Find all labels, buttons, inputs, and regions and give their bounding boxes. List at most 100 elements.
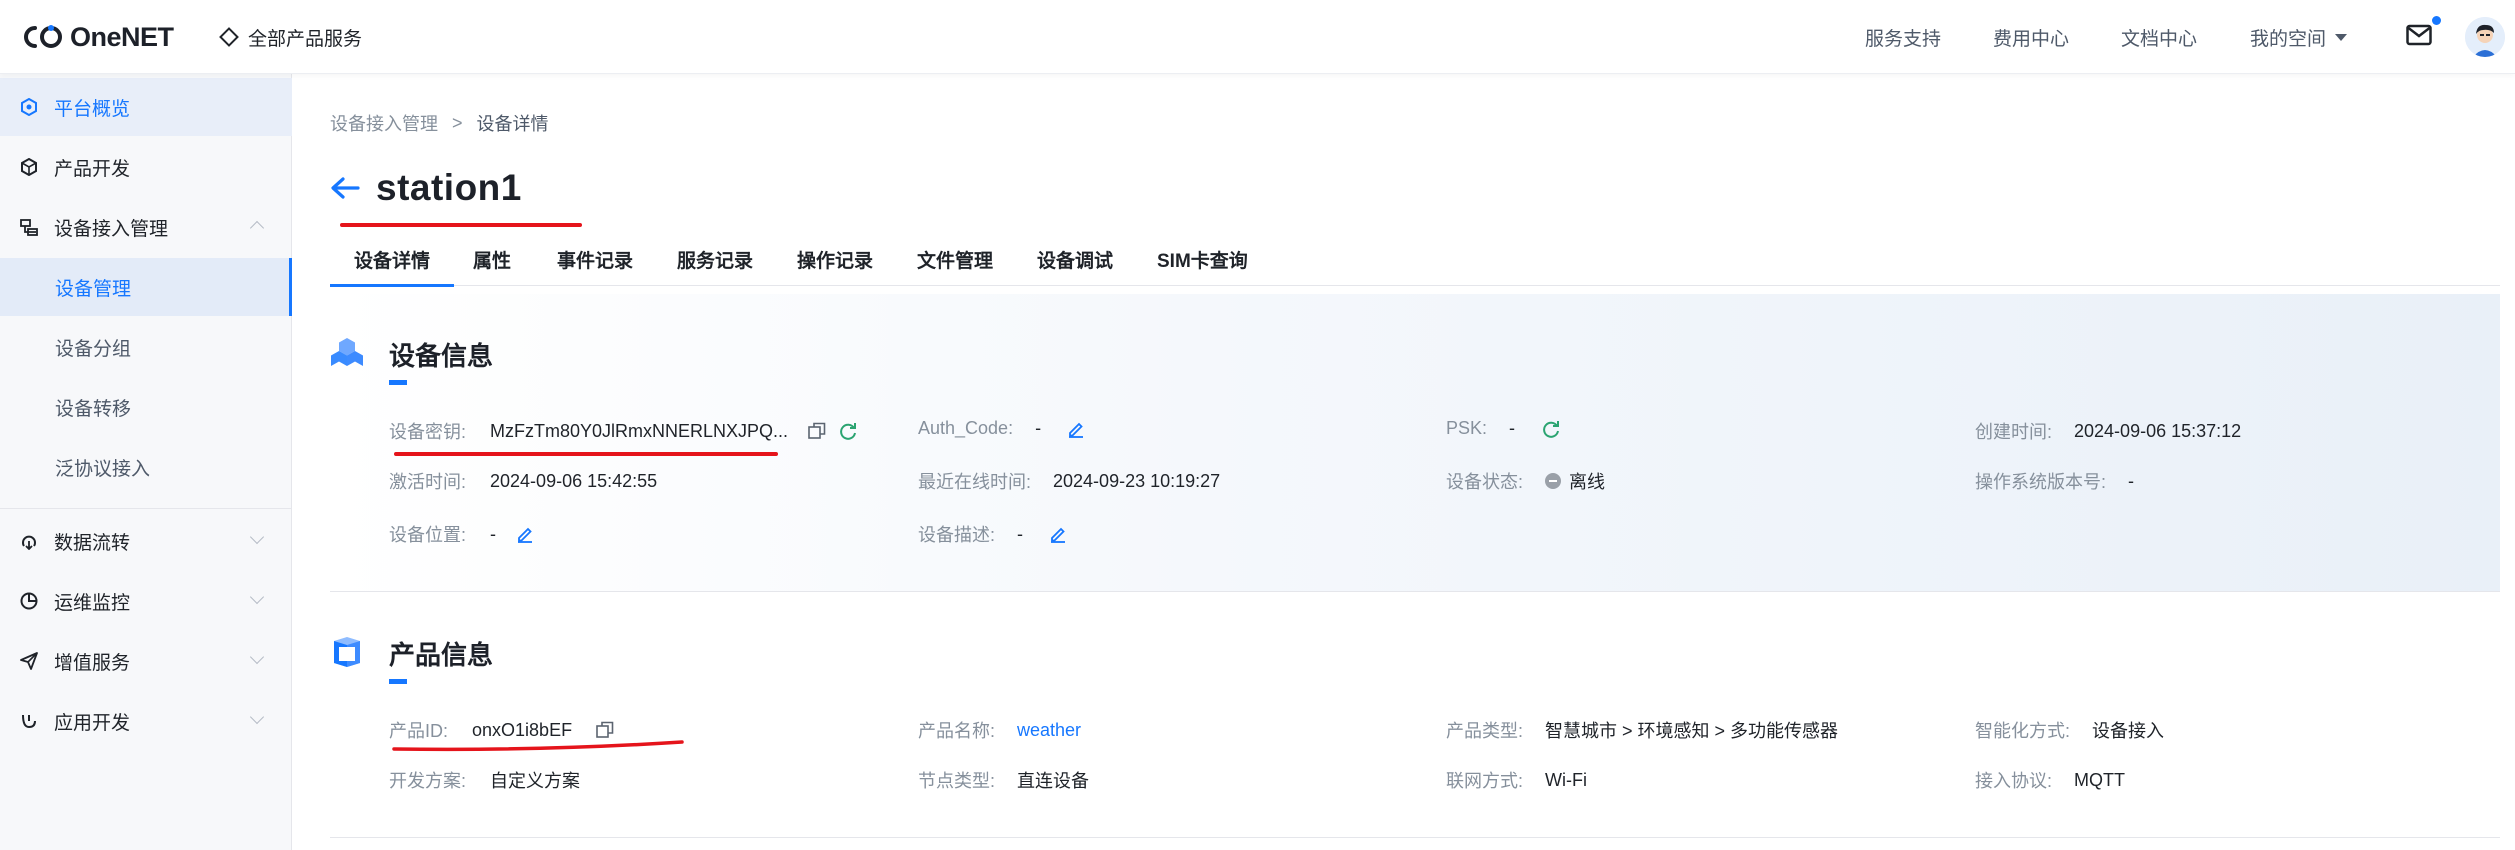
- field-os-version: 操作系统版本号: -: [1975, 468, 2134, 494]
- tab-operation-records[interactable]: 操作记录: [797, 244, 873, 286]
- edit-icon[interactable]: [516, 525, 534, 543]
- sidebar-item-app-dev[interactable]: 应用开发: [0, 692, 292, 750]
- field-label: 设备位置:: [389, 525, 467, 545]
- logo-text: OneNET: [70, 21, 174, 52]
- sidebar-item-device-group[interactable]: 设备分组: [0, 318, 292, 376]
- page-title: station1: [376, 167, 522, 208]
- pie-chart-icon: [19, 591, 39, 611]
- product-type-value: 智慧城市 > 环境感知 > 多功能传感器: [1545, 721, 1839, 741]
- field-label: 产品名称:: [918, 721, 996, 741]
- chevron-down-icon: [249, 589, 265, 605]
- chevron-down-icon: [249, 529, 265, 545]
- annotation-underline-device-key: [394, 452, 778, 456]
- device-info-panel: 设备信息 设备密钥: MzFzTm80Y0JlRmxNNERLNXJPQ... …: [330, 294, 2500, 592]
- field-label: 设备描述:: [918, 525, 996, 545]
- annotation-underline-product-id: [392, 740, 684, 752]
- onenet-logo[interactable]: OneNET: [22, 20, 174, 54]
- my-space-label: 我的空间: [2250, 28, 2327, 50]
- sidebar-item-label: 增值服务: [54, 652, 131, 674]
- field-access-protocol: 接入协议: MQTT: [1975, 767, 2125, 793]
- device-cubes-icon: [331, 338, 363, 366]
- nav-service-support[interactable]: 服务支持: [1865, 22, 1941, 52]
- field-label: 接入协议:: [1975, 771, 2053, 791]
- device-location-value: -: [490, 523, 497, 544]
- sidebar-item-device-access[interactable]: 设备接入管理: [0, 198, 292, 256]
- avatar-face-icon: [2465, 17, 2505, 57]
- refresh-icon[interactable]: [838, 421, 858, 441]
- section-accent-bar: [389, 679, 407, 684]
- tab-bar: 设备详情 属性 事件记录 服务记录 操作记录 文件管理 设备调试 SIM卡查询: [329, 244, 2500, 287]
- data-flow-icon: [19, 531, 39, 551]
- user-avatar[interactable]: [2465, 17, 2505, 57]
- field-created-time: 创建时间: 2024-09-06 15:37:12: [1975, 418, 2241, 444]
- network-mode-value: Wi-Fi: [1545, 769, 1587, 790]
- page-title-row: station1: [330, 164, 522, 212]
- nav-my-space[interactable]: 我的空间: [2250, 22, 2348, 52]
- product-info-panel: 产品信息 产品ID: onxO1i8bEF 产品名称: weather 产品类型…: [330, 593, 2500, 838]
- field-label: 激活时间:: [389, 472, 467, 492]
- breadcrumb-current: 设备详情: [476, 114, 549, 134]
- refresh-icon[interactable]: [1541, 419, 1561, 439]
- copy-icon[interactable]: [596, 721, 614, 739]
- sidebar-item-generic-protocol[interactable]: 泛协议接入: [0, 438, 292, 496]
- sidebar-divider: [0, 508, 292, 509]
- notification-dot: [2432, 16, 2441, 25]
- field-last-online-time: 最近在线时间: 2024-09-23 10:19:27: [918, 468, 1220, 494]
- tab-properties[interactable]: 属性: [473, 244, 511, 286]
- access-protocol-value: MQTT: [2074, 769, 2126, 790]
- device-key-value: MzFzTm80Y0JlRmxNNERLNXJPQ...: [490, 420, 789, 441]
- field-label: 创建时间:: [1975, 422, 2053, 442]
- sidebar-item-device-management[interactable]: 设备管理: [0, 258, 292, 316]
- all-products-menu[interactable]: 全部产品服务: [218, 22, 362, 52]
- mail-icon[interactable]: [2406, 24, 2432, 46]
- tab-device-debug[interactable]: 设备调试: [1037, 244, 1113, 286]
- sidebar-item-data-flow[interactable]: 数据流转: [0, 512, 292, 570]
- back-arrow-icon[interactable]: [330, 176, 360, 200]
- section-accent-bar: [389, 380, 407, 385]
- activated-time-value: 2024-09-06 15:42:55: [490, 470, 658, 491]
- field-label: 操作系统版本号:: [1975, 472, 2107, 492]
- sidebar-item-label: 运维监控: [54, 592, 131, 614]
- all-products-label: 全部产品服务: [248, 28, 363, 50]
- sidebar-item-label: 产品开发: [54, 158, 131, 180]
- nav-billing-center[interactable]: 费用中心: [1993, 22, 2069, 52]
- field-label: 联网方式:: [1446, 771, 1524, 791]
- edit-icon[interactable]: [1067, 420, 1085, 438]
- product-box-icon: [334, 637, 360, 667]
- sidebar-item-device-transfer[interactable]: 设备转移: [0, 378, 292, 436]
- psk-value: -: [1509, 418, 1516, 438]
- tab-event-records[interactable]: 事件记录: [557, 244, 633, 286]
- field-label: 节点类型:: [918, 771, 996, 791]
- device-description-value: -: [1017, 523, 1024, 544]
- intelligence-mode-value: 设备接入: [2092, 721, 2165, 741]
- sidebar: 平台概览 产品开发 设备接入管理 设备管理 设备分组 设备转移 泛协议接入 数据…: [0, 74, 292, 850]
- cube-icon: [19, 157, 39, 177]
- breadcrumb: 设备接入管理 > 设备详情: [330, 110, 549, 136]
- field-label: 设备密钥:: [389, 422, 467, 442]
- tab-service-records[interactable]: 服务记录: [677, 244, 753, 286]
- field-node-type: 节点类型: 直连设备: [918, 767, 1089, 793]
- caret-down-icon: [2335, 33, 2348, 41]
- tab-file-management[interactable]: 文件管理: [917, 244, 993, 286]
- sidebar-item-label: 设备管理: [55, 278, 132, 300]
- breadcrumb-parent[interactable]: 设备接入管理: [330, 110, 438, 136]
- nav-docs-center[interactable]: 文档中心: [2121, 22, 2197, 52]
- chevron-down-icon: [249, 709, 265, 725]
- sidebar-item-label: 应用开发: [54, 712, 131, 734]
- dev-plan-value: 自定义方案: [490, 771, 581, 791]
- chevron-down-icon: [249, 649, 265, 665]
- copy-icon[interactable]: [808, 422, 826, 440]
- app-dev-icon: [19, 711, 39, 731]
- field-network-mode: 联网方式: Wi-Fi: [1446, 767, 1587, 793]
- auth-code-value: -: [1035, 418, 1042, 438]
- sidebar-item-label: 设备分组: [55, 338, 132, 360]
- sidebar-item-ops-monitor[interactable]: 运维监控: [0, 572, 292, 630]
- product-name-link[interactable]: weather: [1017, 720, 1081, 741]
- sidebar-item-overview[interactable]: 平台概览: [0, 78, 292, 136]
- field-dev-plan: 开发方案: 自定义方案: [389, 767, 580, 793]
- tab-device-details[interactable]: 设备详情: [329, 244, 455, 287]
- edit-icon[interactable]: [1049, 525, 1067, 543]
- tab-sim-query[interactable]: SIM卡查询: [1157, 244, 1248, 286]
- sidebar-item-value-added[interactable]: 增值服务: [0, 632, 292, 690]
- sidebar-item-product-dev[interactable]: 产品开发: [0, 138, 292, 196]
